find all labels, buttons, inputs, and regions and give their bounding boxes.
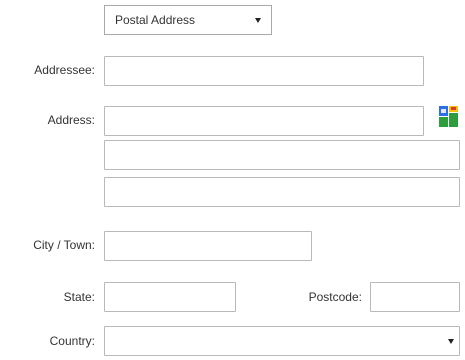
address-type-value: Postal Address <box>115 13 196 27</box>
chevron-down-icon <box>255 18 261 23</box>
postcode-label: Postcode: <box>308 290 362 304</box>
country-label: Country: <box>49 334 95 348</box>
address-line-1-field[interactable] <box>104 106 424 136</box>
address-type-select[interactable]: Postal Address <box>104 5 272 35</box>
chevron-down-icon <box>448 339 454 344</box>
address-label: Address: <box>47 113 95 127</box>
city-field[interactable] <box>104 231 312 261</box>
postcode-field[interactable] <box>370 282 460 312</box>
addressee-field[interactable] <box>104 56 424 86</box>
address-form: Postal Address Addressee: Address: City … <box>0 0 465 360</box>
state-field[interactable] <box>104 282 236 312</box>
address-line-3-field[interactable] <box>104 177 460 207</box>
addressee-label: Addressee: <box>34 63 95 77</box>
country-select[interactable] <box>104 326 460 356</box>
state-label: State: <box>63 290 95 304</box>
address-line-2-field[interactable] <box>104 140 460 170</box>
google-maps-icon[interactable] <box>439 106 459 128</box>
city-label: City / Town: <box>33 238 95 252</box>
